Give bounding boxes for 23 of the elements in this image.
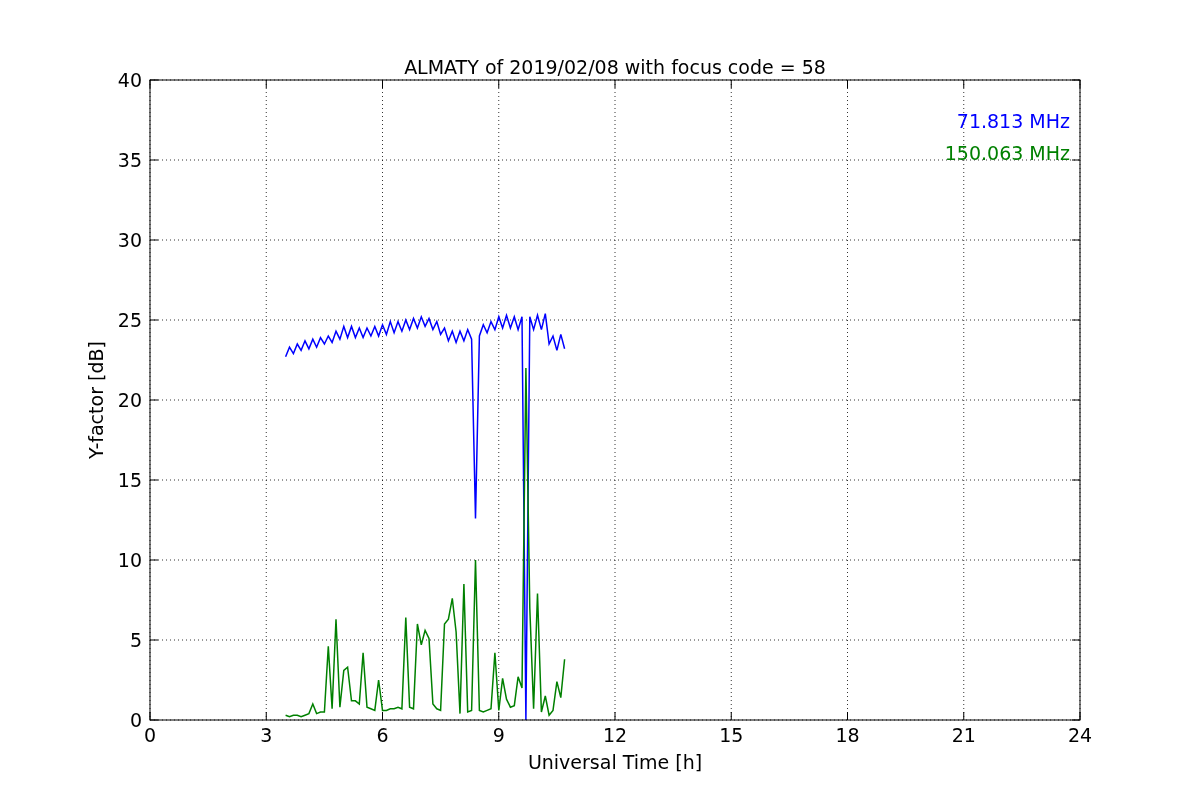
- x-tick-label: 24: [1067, 724, 1093, 746]
- legend-label: 71.813 MHz: [956, 110, 1070, 132]
- y-tick-label: 30: [117, 229, 142, 251]
- x-tick-label: 15: [719, 724, 744, 746]
- x-tick-label: 0: [143, 724, 157, 746]
- x-axis-label: Universal Time [h]: [527, 751, 703, 773]
- y-tick-label: 10: [117, 549, 142, 571]
- y-tick-label: 5: [129, 629, 142, 651]
- y-tick-label: 40: [117, 69, 142, 91]
- x-tick-label: 12: [602, 724, 628, 746]
- x-tick-label: 9: [492, 724, 505, 746]
- legend-label: 150.063 MHz: [944, 142, 1070, 164]
- y-tick-label: 25: [117, 309, 142, 331]
- y-tick-label: 15: [117, 469, 142, 491]
- x-tick-label: 3: [260, 724, 273, 746]
- y-tick-label: 35: [117, 149, 142, 171]
- x-tick-label: 21: [951, 724, 976, 746]
- y-tick-label: 0: [129, 709, 142, 731]
- x-tick-label: 6: [376, 724, 389, 746]
- y-axis-label: Y-factor [dB]: [85, 341, 107, 459]
- x-tick-label: 18: [835, 724, 860, 746]
- y-tick-label: 20: [117, 389, 142, 411]
- chart-title: ALMATY of 2019/02/08 with focus code = 58: [404, 56, 826, 78]
